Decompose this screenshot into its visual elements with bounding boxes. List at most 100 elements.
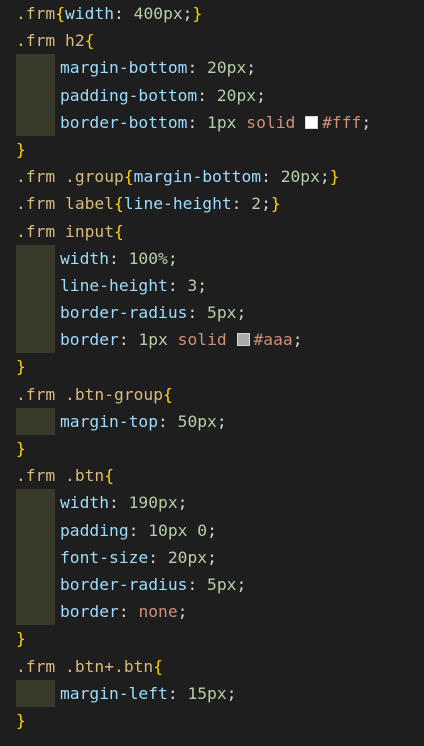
code-token: ; (167, 248, 178, 268)
code-line[interactable]: } (0, 625, 424, 652)
code-token: 20px (216, 85, 257, 105)
code-token: : (197, 85, 217, 105)
indent-guide (16, 244, 55, 272)
code-token: border (60, 330, 119, 350)
code-line[interactable]: .frm .btn+.btn{ (0, 653, 424, 680)
code-token: : (109, 248, 129, 268)
code-token: ; (226, 683, 237, 703)
code-token: border-bottom (60, 112, 188, 132)
code-token: : (187, 58, 208, 78)
code-line[interactable]: .frm label{line-height: 2;} (0, 190, 424, 217)
indent-guide (16, 108, 55, 136)
code-line[interactable]: border-radius: 5px; (0, 570, 424, 599)
code-line[interactable]: border-radius: 5px; (0, 299, 424, 327)
code-line[interactable]: width: 100%; (0, 244, 424, 272)
code-editor[interactable]: .frm{width: 400px;} .frm h2{margin-bottom… (0, 0, 424, 746)
code-token: } (329, 167, 340, 187)
code-token: solid (177, 330, 227, 350)
code-token: : (118, 330, 139, 350)
code-token: font-size (60, 547, 149, 567)
code-token: ; (292, 330, 303, 350)
code-token: 100% (128, 248, 168, 268)
code-token: ; (256, 85, 266, 105)
code-token: : (187, 303, 208, 323)
code-token: 50px (177, 411, 217, 431)
code-token: 5px (207, 303, 237, 323)
code-token: .frm .btn (16, 466, 105, 486)
code-token: ; (177, 493, 188, 513)
indent-guide (16, 598, 55, 626)
code-token: } (16, 139, 26, 159)
code-token: ; (319, 167, 330, 187)
code-token: 10px 0 (148, 520, 208, 540)
code-line[interactable]: } (0, 435, 424, 462)
code-token: solid (246, 112, 296, 132)
code-line[interactable]: } (0, 136, 424, 163)
code-line[interactable]: margin-top: 50px; (0, 407, 424, 435)
code-token: line-height (123, 194, 232, 214)
code-line[interactable]: width: 190px; (0, 489, 424, 517)
code-token: 2 (251, 194, 262, 214)
code-line[interactable]: } (0, 353, 424, 380)
code-token: ; (236, 574, 247, 594)
code-token: : (187, 112, 208, 132)
code-token: ; (177, 602, 188, 622)
code-line[interactable]: } (0, 707, 424, 734)
code-token: none (138, 602, 178, 622)
code-token: 400px (133, 4, 183, 23)
code-line[interactable]: .frm .group{margin-bottom: 20px;} (0, 163, 424, 190)
code-token: width (65, 4, 115, 23)
code-token: : (114, 4, 134, 23)
code-token: { (114, 194, 124, 214)
color-swatch-icon[interactable] (305, 115, 319, 129)
indent-guide (16, 543, 55, 571)
indent-guide (16, 679, 55, 707)
indent-guide (16, 407, 55, 435)
code-line[interactable]: .frm .btn{ (0, 462, 424, 489)
code-token: { (123, 167, 134, 187)
code-token: .frm (16, 4, 56, 23)
indent-guide (16, 299, 55, 327)
code-line[interactable]: border-bottom: 1px solid #fff; (0, 108, 424, 136)
code-line[interactable]: border: none; (0, 598, 424, 626)
code-line[interactable]: margin-bottom: 20px; (0, 54, 424, 82)
code-line[interactable]: .frm h2{ (0, 27, 424, 54)
code-token: { (84, 31, 95, 51)
code-line[interactable]: .frm .btn-group{ (0, 381, 424, 408)
code-line[interactable]: padding-bottom: 20px; (0, 81, 424, 109)
code-token: { (163, 384, 173, 404)
code-line[interactable]: font-size: 20px; (0, 543, 424, 571)
code-token: } (270, 194, 281, 214)
code-token: 3 (187, 275, 198, 295)
code-token: 15px (187, 683, 227, 703)
code-token: } (16, 357, 26, 377)
code-token: #aaa (253, 330, 293, 350)
code-token: width (60, 248, 110, 268)
code-token: ; (361, 112, 372, 132)
code-token: 190px (128, 493, 178, 513)
code-token: ; (207, 520, 217, 540)
code-line[interactable]: .frm{width: 400px;} (0, 0, 424, 27)
code-token: border-radius (60, 574, 188, 594)
code-token: margin-left (60, 683, 168, 703)
code-token: : (187, 574, 208, 594)
code-token: 20px (167, 547, 208, 567)
code-line[interactable]: border: 1px solid #aaa; (0, 326, 424, 354)
code-line[interactable]: .frm input{ (0, 218, 424, 245)
indent-guide (16, 570, 55, 599)
code-line[interactable]: line-height: 3; (0, 271, 424, 300)
code-token: .frm .btn-group (16, 384, 164, 404)
code-token: { (114, 221, 124, 241)
code-line[interactable]: padding: 10px 0; (0, 516, 424, 544)
code-line[interactable]: margin-left: 15px; (0, 679, 424, 707)
code-token: .frm h2 (16, 31, 85, 51)
color-swatch-icon[interactable] (236, 333, 250, 347)
code-token: : (167, 683, 188, 703)
code-token: line-height (60, 275, 168, 295)
code-token: : (118, 602, 139, 622)
indent-guide (16, 54, 55, 82)
code-token: : (109, 493, 129, 513)
